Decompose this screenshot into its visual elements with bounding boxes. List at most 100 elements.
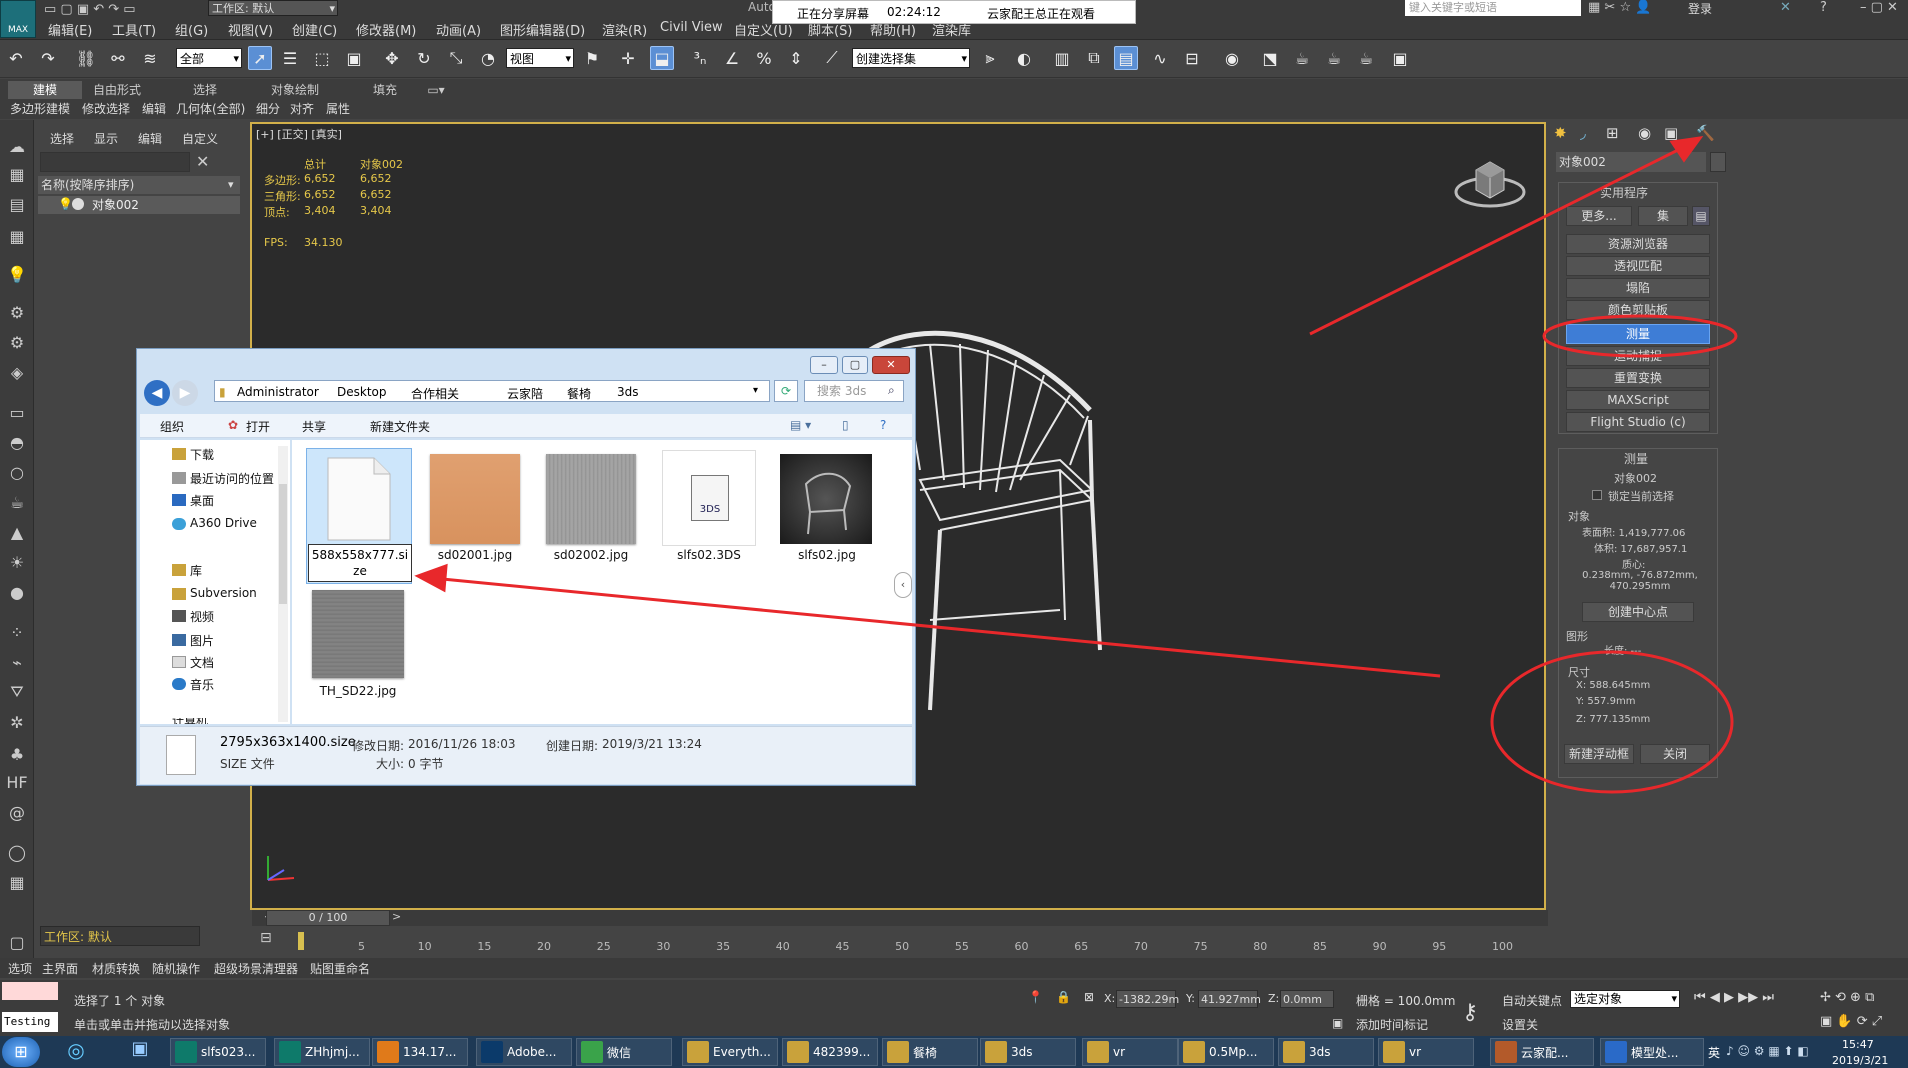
named-selection-set-dropdown[interactable]: 创建选择集: [852, 48, 970, 69]
quick-access-icons[interactable]: ▭ ▢ ▣ ↶ ↷ ▭: [44, 2, 136, 17]
material-editor-icon[interactable]: ◉: [1220, 46, 1244, 70]
link-icon[interactable]: ⛓: [74, 46, 98, 70]
keyboard-shortcut-override-icon[interactable]: ⬓: [650, 46, 674, 70]
start-button-icon[interactable]: ⊞: [2, 1037, 40, 1067]
absolute-mode-icon[interactable]: ⊠: [1084, 990, 1094, 1004]
redo-icon[interactable]: ↷: [36, 46, 60, 70]
utility-collapse-button[interactable]: 塌陷: [1566, 278, 1710, 298]
taskbar-button[interactable]: Everyth...: [682, 1038, 778, 1066]
ime-indicator[interactable]: 英: [1708, 1044, 1720, 1061]
current-frame-marker[interactable]: [298, 932, 304, 950]
ribbon-geometry-all[interactable]: 几何体(全部): [176, 100, 245, 117]
building-icon[interactable]: ▦: [4, 870, 30, 894]
select-object-icon[interactable]: ➚: [248, 46, 272, 70]
isolate-icon[interactable]: 📍: [1028, 990, 1043, 1004]
view-options-icon[interactable]: ▤ ▾: [790, 418, 811, 432]
swirl-icon[interactable]: @: [4, 800, 30, 824]
explorer-tab-customize[interactable]: 自定义: [182, 130, 218, 147]
utility-motion-capture-button[interactable]: 运动捕捉: [1566, 346, 1710, 366]
file-name[interactable]: slfs02.jpg: [770, 548, 884, 562]
mirror-icon[interactable]: ⫸: [978, 46, 1002, 70]
3ds-file-icon[interactable]: 3DS: [662, 450, 756, 546]
pivot-center-icon[interactable]: ✛: [616, 46, 640, 70]
gear-icon[interactable]: ✲: [4, 710, 30, 734]
snaps-toggle-icon[interactable]: ³ₙ: [688, 46, 712, 70]
tab-rename-maps[interactable]: 贴图重命名: [310, 960, 370, 977]
rename-file-input[interactable]: 588x558x777.size: [308, 544, 412, 582]
camera-icon[interactable]: ⚙: [4, 300, 30, 324]
breadcrumb-item[interactable]: 云家陪: [507, 385, 543, 402]
placement-icon[interactable]: ◔: [476, 46, 500, 70]
tray-icons[interactable]: ♪ ☺ ⚙ ▦ ⬆ ◧: [1726, 1044, 1809, 1058]
viewport-label[interactable]: [+] [正交] [真实]: [256, 126, 342, 142]
percent-snap-icon[interactable]: %: [752, 46, 776, 70]
forward-button-icon[interactable]: ▶: [172, 380, 198, 406]
nav-documents[interactable]: 文档: [190, 654, 214, 671]
nav-pictures[interactable]: 图片: [190, 632, 214, 649]
utilities-tab-icon[interactable]: 🔨: [1696, 124, 1715, 142]
nav-recent[interactable]: 最近访问的位置: [190, 470, 274, 487]
menu-civil-view[interactable]: Civil View: [660, 20, 723, 35]
nav-videos[interactable]: 视频: [190, 608, 214, 625]
x-coordinate-field[interactable]: -1382.29m: [1116, 990, 1179, 1008]
render-setup-icon[interactable]: ⬔: [1258, 46, 1282, 70]
taskbar-button[interactable]: 模型处...: [1600, 1038, 1704, 1066]
plant-icon[interactable]: ♣: [4, 742, 30, 766]
workspace-dropdown[interactable]: 工作区: 默认: [208, 0, 338, 17]
rect-selection-icon[interactable]: ⬚: [310, 46, 334, 70]
material-icon[interactable]: ▦: [4, 162, 30, 186]
tab-options[interactable]: 选项: [8, 960, 32, 977]
layer-explorer-icon[interactable]: ⧉: [1082, 46, 1106, 70]
curve-editor-icon[interactable]: ∿: [1148, 46, 1172, 70]
ribbon-tab-modeling[interactable]: 建模: [8, 81, 82, 99]
help-icon[interactable]: ?: [880, 418, 886, 432]
box-small-icon[interactable]: ▢: [4, 930, 30, 954]
scene-explorer-toggle-icon[interactable]: ▥: [1050, 46, 1074, 70]
file-name[interactable]: sd02001.jpg: [418, 548, 532, 562]
modify-tab-icon[interactable]: ◞: [1580, 124, 1586, 142]
tab-material-convert[interactable]: 材质转换: [92, 960, 140, 977]
menu-animation[interactable]: 动画(A): [436, 20, 481, 39]
menu-modifiers[interactable]: 修改器(M): [356, 20, 416, 39]
globe-icon[interactable]: ◯: [4, 840, 30, 864]
utility-reset-xform-button[interactable]: 重置变换: [1566, 368, 1710, 388]
menu-view[interactable]: 视图(V): [228, 20, 273, 39]
nav-computer[interactable]: 计算机: [172, 718, 282, 724]
set-key-icon[interactable]: ⚷: [1462, 1000, 1478, 1025]
address-dropdown-icon[interactable]: ▾: [753, 385, 758, 396]
rendered-frame-icon[interactable]: ☕: [1290, 46, 1314, 70]
sun-icon[interactable]: ☀: [4, 550, 30, 574]
render-iterative-icon[interactable]: ☕: [1354, 46, 1378, 70]
render-icon[interactable]: ◈: [4, 360, 30, 384]
utilities-title[interactable]: 实用程序: [1600, 184, 1648, 201]
hf-icon[interactable]: HF: [4, 770, 30, 794]
playback-controls-icon[interactable]: ⏮ ◀ ▶ ▶▶ ⏭: [1694, 990, 1774, 1005]
ribbon-polygon-modeling[interactable]: 多边形建模: [10, 100, 70, 117]
nav-subversion[interactable]: Subversion: [190, 586, 257, 600]
edit-named-selection-icon[interactable]: ⟋: [820, 46, 844, 70]
file-name[interactable]: sd02002.jpg: [534, 548, 648, 562]
ribbon-tab-selection[interactable]: 选择: [180, 81, 230, 99]
viewport-nav-icons-2[interactable]: ▣ ✋ ⟳ ⤢: [1820, 1014, 1882, 1029]
taskbar-button[interactable]: 3ds: [980, 1038, 1076, 1066]
taskbar-button[interactable]: 0.5Mp...: [1178, 1038, 1274, 1066]
taskbar-button[interactable]: 云家配...: [1490, 1038, 1594, 1066]
help-icon[interactable]: ?: [1820, 0, 1827, 15]
app-logo[interactable]: MAX: [0, 0, 36, 38]
nav-desktop[interactable]: 桌面: [190, 492, 214, 509]
time-tag-icon[interactable]: ▣: [1332, 1016, 1343, 1030]
measure-title[interactable]: 测量: [1624, 450, 1648, 467]
back-button-icon[interactable]: ◀: [144, 380, 170, 406]
spinner-snap-icon[interactable]: ⇕: [784, 46, 808, 70]
move-icon[interactable]: ✥: [380, 46, 404, 70]
nav-music[interactable]: 音乐: [190, 676, 214, 693]
ribbon-properties[interactable]: 属性: [326, 100, 350, 117]
object-color-swatch[interactable]: [1710, 152, 1726, 172]
clock-time[interactable]: 15:47: [1842, 1038, 1874, 1051]
explorer-tab-select[interactable]: 选择: [50, 130, 74, 147]
utility-color-clipboard-button[interactable]: 颜色剪贴板: [1566, 300, 1710, 320]
align-icon[interactable]: ◐: [1012, 46, 1036, 70]
hierarchy-tab-icon[interactable]: ⊞: [1606, 124, 1619, 142]
dome-icon[interactable]: ◓: [4, 430, 30, 454]
time-next-icon[interactable]: >: [392, 910, 401, 923]
